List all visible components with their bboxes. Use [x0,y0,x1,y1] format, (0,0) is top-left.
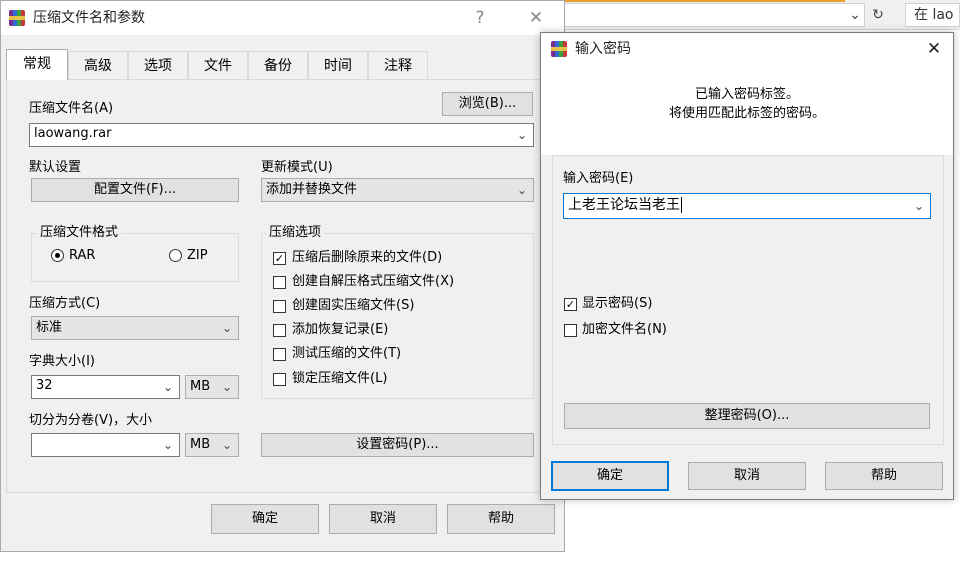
method-select[interactable]: 标准 ⌄ [31,316,239,340]
tab-options[interactable]: 选项 [128,51,188,79]
archive-name-combobox[interactable]: laowang.rar ⌄ [29,123,534,147]
dict-size-combobox[interactable]: 32 ⌄ [31,375,180,399]
password-dialog-titlebar: 输入密码 ✕ [541,33,953,65]
delete-after-checkbox[interactable]: ✓ [273,252,286,265]
show-password-checkbox[interactable]: ✓ [564,298,577,311]
archive-dialog-title: 压缩文件名和参数 [33,10,145,26]
rar-radio[interactable] [51,249,64,262]
archive-dialog-titlebar: 压缩文件名和参数 ? ✕ [1,1,564,35]
chevron-down-icon[interactable]: ⌄ [515,124,529,146]
tab-general[interactable]: 常规 [6,49,68,80]
dict-size-value: 32 [36,378,53,393]
password-cancel-button[interactable]: 取消 [688,462,806,490]
profiles-button[interactable]: 配置文件(F)... [31,178,239,202]
text-cursor [681,197,682,213]
update-mode-select[interactable]: 添加并替换文件 ⌄ [261,178,534,202]
archive-options-title: 压缩选项 [266,225,325,241]
create-solid-label: 创建固实压缩文件(S) [292,298,415,313]
browse-button[interactable]: 浏览(B)... [442,92,533,116]
update-mode-label: 更新模式(U) [261,160,333,175]
close-icon[interactable]: ✕ [919,33,949,65]
winrar-icon [551,41,567,57]
encrypt-names-label: 加密文件名(N) [582,322,667,337]
test-files-label: 测试压缩的文件(T) [292,346,402,361]
chevron-down-icon[interactable]: ⌄ [220,434,234,456]
delete-after-label: 压缩后删除原来的文件(D) [292,250,443,265]
help-button[interactable]: 帮助 [447,504,555,534]
tab-advanced[interactable]: 高级 [68,51,128,79]
info-line-2: 将使用匹配此标签的密码。 [668,106,825,121]
tab-time[interactable]: 时间 [308,51,368,79]
password-help-button[interactable]: 帮助 [825,462,943,490]
chevron-down-icon[interactable]: ⌄ [220,317,234,339]
create-sfx-label: 创建自解压格式压缩文件(X) [292,274,455,289]
split-label: 切分为分卷(V)，大小 [29,413,153,428]
recovery-record-label: 添加恢复记录(E) [292,322,389,337]
method-value: 标准 [36,320,63,335]
dict-label: 字典大小(I) [29,354,95,369]
password-label: 输入密码(E) [563,171,634,186]
chevron-down-icon[interactable]: ⌄ [220,376,234,398]
browser-address-bar[interactable] [565,3,865,27]
split-unit-select[interactable]: MB ⌄ [185,433,239,457]
create-sfx-checkbox[interactable] [273,276,286,289]
test-files-checkbox[interactable] [273,348,286,361]
dict-unit-value: MB [190,379,211,394]
encrypt-names-checkbox[interactable] [564,324,577,337]
info-line-1: 已输入密码标签。 [694,87,799,102]
archive-name-label: 压缩文件名(A) [29,101,114,116]
tab-backup[interactable]: 备份 [248,51,308,79]
organize-passwords-button[interactable]: 整理密码(O)... [564,403,930,429]
zip-radio[interactable] [169,249,182,262]
archive-dialog: 压缩文件名和参数 ? ✕ 常规 高级 选项 文件 备份 时间 注释 压缩文件名(… [0,0,565,552]
password-ok-button[interactable]: 确定 [551,461,669,491]
browser-search-box[interactable]: 在 lao [905,3,960,27]
ok-button[interactable]: 确定 [211,504,319,534]
password-info-area: 已输入密码标签。 将使用匹配此标签的密码。 [541,65,953,155]
close-icon[interactable]: ✕ [521,1,551,35]
archive-format-title: 压缩文件格式 [37,225,122,241]
help-icon[interactable]: ? [467,1,493,35]
password-dialog: 输入密码 ✕ 已输入密码标签。 将使用匹配此标签的密码。 输入密码(E) 上老王… [540,32,954,500]
lock-archive-label: 锁定压缩文件(L) [292,371,388,386]
default-settings-label: 默认设置 [29,160,82,175]
password-dialog-title: 输入密码 [575,41,631,57]
show-password-label: 显示密码(S) [582,296,653,311]
set-password-button[interactable]: 设置密码(P)... [261,433,534,457]
cancel-button[interactable]: 取消 [329,504,437,534]
rar-radio-label: RAR [69,248,96,263]
lock-archive-checkbox[interactable] [273,373,286,386]
dict-unit-select[interactable]: MB ⌄ [185,375,239,399]
chevron-down-icon[interactable]: ⌄ [161,434,175,456]
chevron-down-icon[interactable]: ⌄ [845,3,865,27]
archive-name-value: laowang.rar [34,126,112,141]
chevron-down-icon[interactable]: ⌄ [912,194,926,218]
recovery-record-checkbox[interactable] [273,324,286,337]
refresh-icon[interactable]: ↻ [868,3,888,27]
tab-files[interactable]: 文件 [188,51,248,79]
create-solid-checkbox[interactable] [273,300,286,313]
tab-comment[interactable]: 注释 [368,51,428,79]
update-mode-value: 添加并替换文件 [266,182,358,197]
password-value: 上老王论坛当老王 [568,197,680,213]
password-input[interactable]: 上老王论坛当老王 ⌄ [563,193,931,219]
zip-radio-label: ZIP [187,248,208,263]
chevron-down-icon[interactable]: ⌄ [515,179,529,201]
method-label: 压缩方式(C) [29,296,101,311]
split-unit-value: MB [190,437,211,452]
winrar-icon [9,10,25,26]
chevron-down-icon[interactable]: ⌄ [161,376,175,398]
split-size-combobox[interactable]: ⌄ [31,433,180,457]
browser-loading-bar [565,0,845,2]
